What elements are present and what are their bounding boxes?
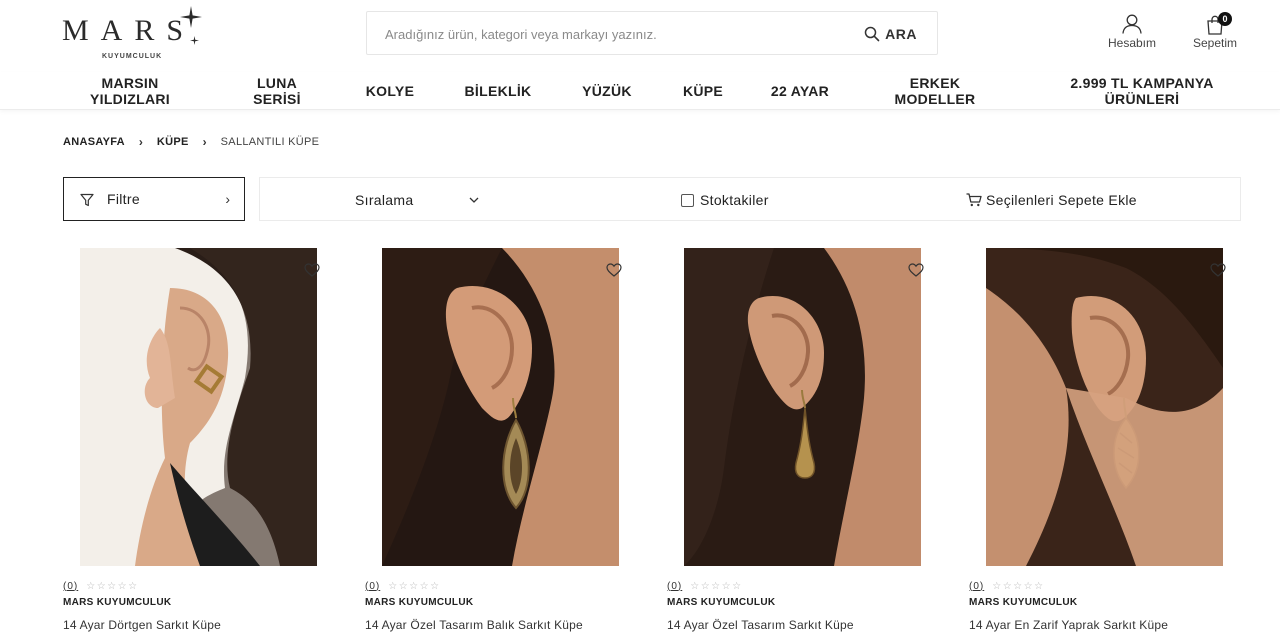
search-button-label: ARA — [885, 26, 917, 42]
nav-item-bileklik[interactable]: BİLEKLİK — [455, 72, 541, 110]
nav-item-luna-serisi[interactable]: LUNA SERİSİ — [237, 72, 317, 110]
nav-item-kupe[interactable]: KÜPE — [672, 72, 734, 110]
star-rating-icon: ☆☆☆☆☆ — [992, 580, 1045, 592]
ear-closeup-leaf-earring-image — [986, 248, 1223, 566]
rating-count[interactable]: (0) — [667, 581, 682, 592]
checkbox-icon — [681, 193, 694, 207]
product-name[interactable]: 14 Ayar Özel Tasarım Sarkıt Küpe — [667, 618, 854, 632]
product-card: (0) ☆☆☆☆☆ MARS KUYUMCULUK 14 Ayar Özel T… — [667, 248, 957, 640]
product-card: (0) ☆☆☆☆☆ MARS KUYUMCULUK 14 Ayar En Zar… — [969, 248, 1259, 640]
nav-item-marsin-yildizlari[interactable]: MARSIN YILDIZLARI — [80, 72, 180, 110]
rating-count[interactable]: (0) — [365, 581, 380, 592]
woman-profile-dortgen-earring-image — [80, 248, 317, 566]
product-name[interactable]: 14 Ayar En Zarif Yaprak Sarkıt Küpe — [969, 618, 1168, 632]
logo-wordmark: MARS — [62, 14, 196, 47]
ear-closeup-drop-earring-image — [684, 248, 921, 566]
search-bar: ARA — [366, 11, 938, 55]
heart-icon[interactable] — [606, 263, 622, 277]
site-header: MARS KUYUMCULUK ARA Hesabım 0 — [0, 0, 1280, 72]
product-toolbar: Sıralama Stoktakiler Seçilenleri Sepete … — [259, 177, 1241, 221]
chevron-right-icon: › — [225, 191, 230, 207]
breadcrumb-current: SALLANTILI KÜPE — [220, 136, 320, 148]
rating-row: (0) ☆☆☆☆☆ — [365, 580, 441, 592]
breadcrumb: ANASAYFA › KÜPE › SALLANTILI KÜPE — [63, 134, 319, 150]
heart-icon[interactable] — [304, 263, 320, 277]
small-sparkle-icon — [190, 36, 199, 45]
breadcrumb-home[interactable]: ANASAYFA — [63, 136, 125, 148]
product-name[interactable]: 14 Ayar Özel Tasarım Balık Sarkıt Küpe — [365, 618, 583, 632]
cart-icon — [966, 193, 982, 207]
product-brand: MARS KUYUMCULUK — [63, 597, 172, 608]
account-link[interactable]: Hesabım — [1100, 14, 1164, 54]
account-label: Hesabım — [1107, 36, 1157, 50]
product-card: (0) ☆☆☆☆☆ MARS KUYUMCULUK 14 Ayar Dörtge… — [63, 248, 353, 640]
product-brand: MARS KUYUMCULUK — [667, 597, 776, 608]
product-image[interactable] — [382, 248, 619, 566]
search-button[interactable]: ARA — [864, 24, 917, 44]
breadcrumb-kupe[interactable]: KÜPE — [157, 136, 189, 148]
search-icon — [864, 26, 880, 42]
ear-closeup-fish-earring-image — [382, 248, 619, 566]
breadcrumb-separator-icon: › — [138, 135, 143, 149]
mars-logo[interactable]: MARS KUYUMCULUK — [62, 6, 202, 62]
filter-button[interactable]: Filtre › — [63, 177, 245, 221]
nav-item-erkek-modeller[interactable]: ERKEK MODELLER — [880, 72, 990, 110]
rating-count[interactable]: (0) — [969, 581, 984, 592]
heart-icon[interactable] — [908, 263, 924, 277]
sort-label: Sıralama — [355, 192, 414, 208]
star-rating-icon: ☆☆☆☆☆ — [388, 580, 441, 592]
product-brand: MARS KUYUMCULUK — [365, 597, 474, 608]
rating-row: (0) ☆☆☆☆☆ — [667, 580, 743, 592]
product-card: (0) ☆☆☆☆☆ MARS KUYUMCULUK 14 Ayar Özel T… — [365, 248, 655, 640]
sparkle-icon — [180, 6, 202, 28]
filter-label: Filtre — [107, 191, 140, 207]
nav-item-kampanya[interactable]: 2.999 TL KAMPANYA ÜRÜNLERİ — [1050, 72, 1234, 110]
stock-filter-checkbox[interactable]: Stoktakiler — [681, 190, 769, 210]
nav-item-22-ayar[interactable]: 22 AYAR — [770, 72, 830, 110]
search-input[interactable] — [385, 23, 845, 45]
rating-row: (0) ☆☆☆☆☆ — [63, 580, 139, 592]
main-navigation: MARSIN YILDIZLARI LUNA SERİSİ KOLYE BİLE… — [0, 72, 1280, 110]
cart-label: Sepetim — [1192, 36, 1238, 50]
heart-icon[interactable] — [1210, 263, 1226, 277]
sort-dropdown[interactable]: Sıralama — [355, 190, 479, 210]
star-rating-icon: ☆☆☆☆☆ — [86, 580, 139, 592]
rating-count[interactable]: (0) — [63, 581, 78, 592]
product-brand: MARS KUYUMCULUK — [969, 597, 1078, 608]
stock-filter-label: Stoktakiler — [700, 192, 769, 208]
user-icon — [1122, 14, 1142, 34]
add-selected-label: Seçilenleri Sepete Ekle — [986, 192, 1137, 208]
star-rating-icon: ☆☆☆☆☆ — [690, 580, 743, 592]
product-image[interactable] — [684, 248, 921, 566]
chevron-down-icon — [469, 197, 479, 203]
cart-count-badge: 0 — [1218, 12, 1232, 26]
product-name[interactable]: 14 Ayar Dörtgen Sarkıt Küpe — [63, 618, 221, 632]
product-image[interactable] — [986, 248, 1223, 566]
cart-link[interactable]: 0 Sepetim — [1184, 12, 1246, 54]
product-image[interactable] — [80, 248, 317, 566]
breadcrumb-separator-icon: › — [202, 135, 207, 149]
add-selected-to-cart-button[interactable]: Seçilenleri Sepete Ekle — [966, 190, 1137, 210]
funnel-icon — [80, 193, 94, 207]
nav-item-yuzuk[interactable]: YÜZÜK — [572, 72, 642, 110]
nav-item-kolye[interactable]: KOLYE — [355, 72, 425, 110]
rating-row: (0) ☆☆☆☆☆ — [969, 580, 1045, 592]
logo-subtext: KUYUMCULUK — [102, 53, 163, 60]
